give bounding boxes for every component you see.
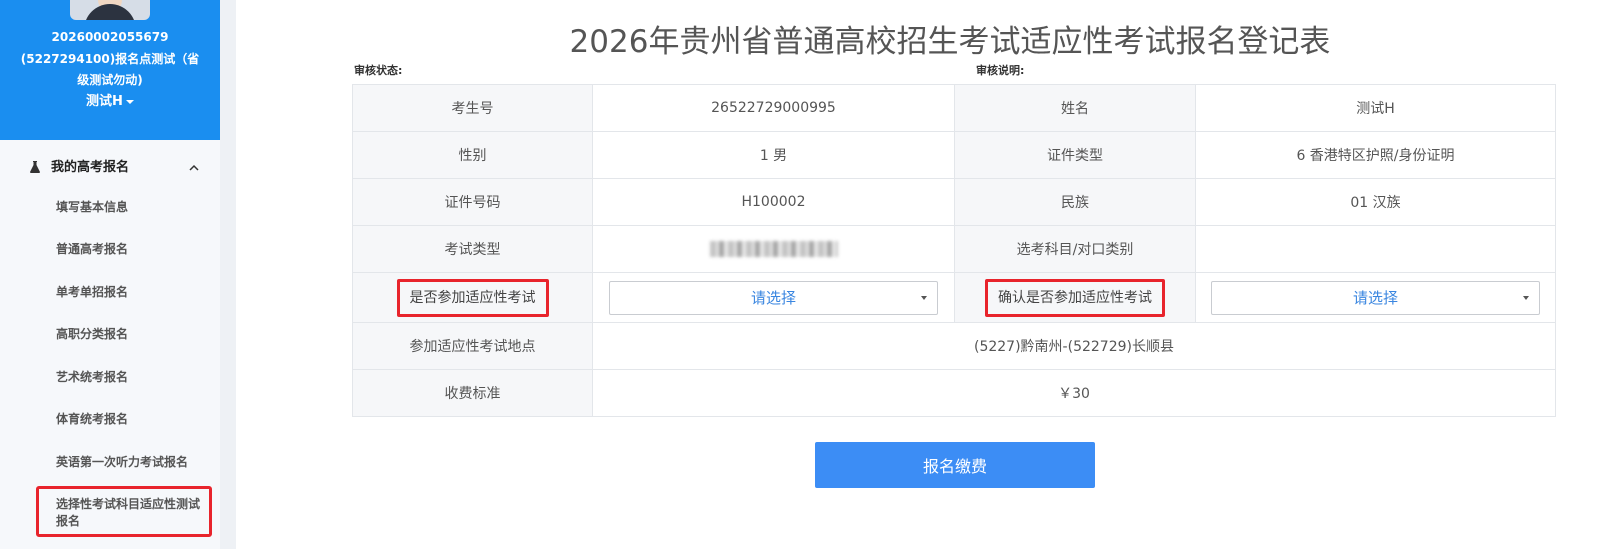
- fee-value: ￥30: [592, 369, 1556, 417]
- join-select-value: 请选择: [750, 288, 796, 307]
- menu-group-header[interactable]: 我的高考报名: [0, 148, 220, 188]
- confirm-select-value: 请选择: [1352, 288, 1398, 307]
- profile-id: 20260002055679: [51, 30, 169, 44]
- sidebar-item-english-listening[interactable]: 英语第一次听力考试报名: [56, 454, 206, 471]
- exam-no-value: 26522729000995: [592, 84, 955, 132]
- id-no-label: 证件号码: [352, 178, 593, 226]
- table-row: 收费标准 ￥30: [352, 369, 1556, 417]
- confirm-cell: 确认是否参加适应性考试: [954, 272, 1196, 323]
- review-note-label: 审核说明:: [976, 64, 1025, 77]
- table-row: 是否参加适应性考试 请选择 确认是否参加适应性考试 请选择: [352, 272, 1556, 323]
- name-label: 姓名: [954, 84, 1196, 132]
- highlight-box: [36, 486, 212, 537]
- sidebar-item-vocational[interactable]: 高职分类报名: [56, 326, 206, 343]
- join-cell: 是否参加适应性考试: [352, 272, 593, 323]
- join-select[interactable]: 请选择: [609, 280, 938, 315]
- pay-button[interactable]: 报名缴费: [815, 442, 1095, 488]
- divider: [220, 0, 236, 549]
- sidebar-item-single-exam[interactable]: 单考单招报名: [56, 284, 206, 301]
- dropdown-arrow-icon: [1523, 295, 1529, 300]
- join-label: 是否参加适应性考试: [396, 278, 549, 317]
- fee-label: 收费标准: [352, 369, 593, 417]
- exam-type-label: 考试类型: [352, 225, 593, 273]
- exam-type-value: [592, 225, 955, 273]
- sidebar-item-sports-exam[interactable]: 体育统考报名: [56, 411, 206, 428]
- chevron-up-icon: [189, 164, 199, 171]
- confirm-label: 确认是否参加适应性考试: [985, 278, 1165, 317]
- table-row: 证件号码 H100002 民族 01 汉族: [352, 178, 1556, 226]
- sidebar: 20260002055679 (5227294100)报名点测试（省 级测试勿动…: [0, 0, 236, 549]
- registration-table: 考生号 26522729000995 姓名 测试H 性别 1 男 证件类型 6 …: [352, 84, 1556, 417]
- table-row: 参加适应性考试地点 (5227)黔南州-(522729)长顺县: [352, 322, 1556, 370]
- user-dropdown[interactable]: 测试H: [0, 92, 220, 112]
- ethnic-value: 01 汉族: [1195, 178, 1556, 226]
- sidebar-item-art-exam[interactable]: 艺术统考报名: [56, 369, 206, 386]
- gender-value: 1 男: [592, 131, 955, 179]
- profile-org-line1: (5227294100)报名点测试（省: [20, 52, 200, 66]
- id-type-label: 证件类型: [954, 131, 1196, 179]
- exam-no-label: 考生号: [352, 84, 593, 132]
- table-row: 性别 1 男 证件类型 6 香港特区护照/身份证明: [352, 131, 1556, 179]
- table-row: 考生号 26522729000995 姓名 测试H: [352, 84, 1556, 132]
- dropdown-arrow-icon: [921, 295, 927, 300]
- blurred-text: [709, 241, 838, 257]
- gender-label: 性别: [352, 131, 593, 179]
- sidebar-item-general-exam[interactable]: 普通高考报名: [56, 241, 206, 258]
- join-select-cell: 请选择: [592, 272, 955, 323]
- confirm-select-cell: 请选择: [1195, 272, 1556, 323]
- location-label: 参加适应性考试地点: [352, 322, 593, 370]
- confirm-select[interactable]: 请选择: [1211, 280, 1540, 315]
- subject-value: [1195, 225, 1556, 273]
- location-value: (5227)黔南州-(522729)长顺县: [592, 322, 1556, 370]
- profile-panel: 20260002055679 (5227294100)报名点测试（省 级测试勿动…: [0, 0, 220, 140]
- review-status-label: 审核状态:: [354, 64, 403, 77]
- caret-down-icon: [125, 99, 134, 104]
- menu-group-title: 我的高考报名: [51, 160, 130, 175]
- profile-org-line2: 级测试勿动): [77, 73, 143, 87]
- user-name: 测试H: [86, 94, 123, 109]
- name-value: 测试H: [1195, 84, 1556, 132]
- page-title: 2026年贵州省普通高校招生考试适应性考试报名登记表: [569, 24, 1331, 60]
- avatar: [70, 0, 150, 20]
- ethnic-label: 民族: [954, 178, 1196, 226]
- sidebar-item-basic-info[interactable]: 填写基本信息: [56, 199, 206, 216]
- flask-icon: [30, 161, 40, 173]
- id-type-value: 6 香港特区护照/身份证明: [1195, 131, 1556, 179]
- table-row: 考试类型 选考科目/对口类别: [352, 225, 1556, 273]
- id-no-value: H100002: [592, 178, 955, 226]
- subject-label: 选考科目/对口类别: [954, 225, 1196, 273]
